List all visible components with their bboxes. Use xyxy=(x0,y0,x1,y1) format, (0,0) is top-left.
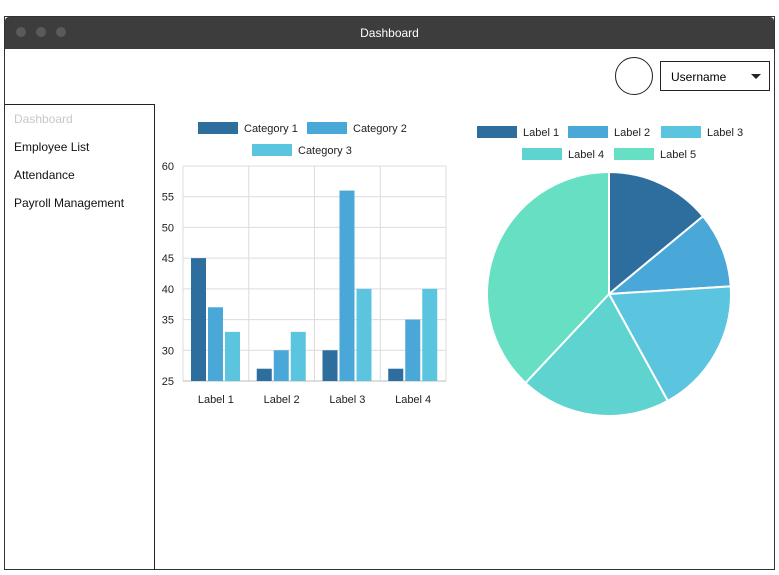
bar xyxy=(225,331,240,381)
legend-label: Category 3 xyxy=(298,145,352,157)
legend-swatch xyxy=(252,144,292,156)
legend-label: Label 4 xyxy=(568,149,604,161)
bar xyxy=(256,368,272,381)
bar xyxy=(290,331,306,381)
x-tick-label: Label 3 xyxy=(329,394,365,406)
y-tick-label: 50 xyxy=(162,222,174,234)
legend-swatch xyxy=(477,126,517,138)
legend-label: Label 5 xyxy=(660,149,696,161)
x-tick-label: Label 4 xyxy=(395,394,431,406)
bar xyxy=(388,368,404,381)
y-tick-label: 30 xyxy=(162,345,174,357)
y-tick-label: 25 xyxy=(162,376,174,388)
bar xyxy=(405,319,421,381)
legend-label: Label 3 xyxy=(707,127,743,139)
y-tick-label: 55 xyxy=(162,192,174,204)
y-tick-label: 60 xyxy=(162,161,174,173)
legend-swatch xyxy=(307,122,347,134)
bar xyxy=(273,350,289,381)
bar xyxy=(422,288,438,381)
y-tick-label: 35 xyxy=(162,315,174,327)
x-tick-label: Label 2 xyxy=(264,394,300,406)
bar-chart: 25 30 35 40 45 50 55 60 Label 1 Label 2 Label 3 Lab… xyxy=(162,122,743,417)
bar xyxy=(208,307,223,381)
bar xyxy=(356,288,372,381)
legend-label: Category 1 xyxy=(244,123,298,135)
bar xyxy=(339,190,355,381)
legend-swatch xyxy=(568,126,608,138)
bar xyxy=(322,350,338,381)
legend-swatch xyxy=(661,126,701,138)
legend-swatch xyxy=(614,148,654,160)
legend-swatch xyxy=(522,148,562,160)
legend-label: Category 2 xyxy=(353,123,407,135)
y-tick-label: 40 xyxy=(162,284,174,296)
x-tick-label: Label 1 xyxy=(198,394,234,406)
bar xyxy=(191,258,206,381)
legend-label: Label 1 xyxy=(523,127,559,139)
legend-swatch xyxy=(198,122,238,134)
y-tick-label: 45 xyxy=(162,253,174,265)
legend-label: Label 2 xyxy=(614,127,650,139)
